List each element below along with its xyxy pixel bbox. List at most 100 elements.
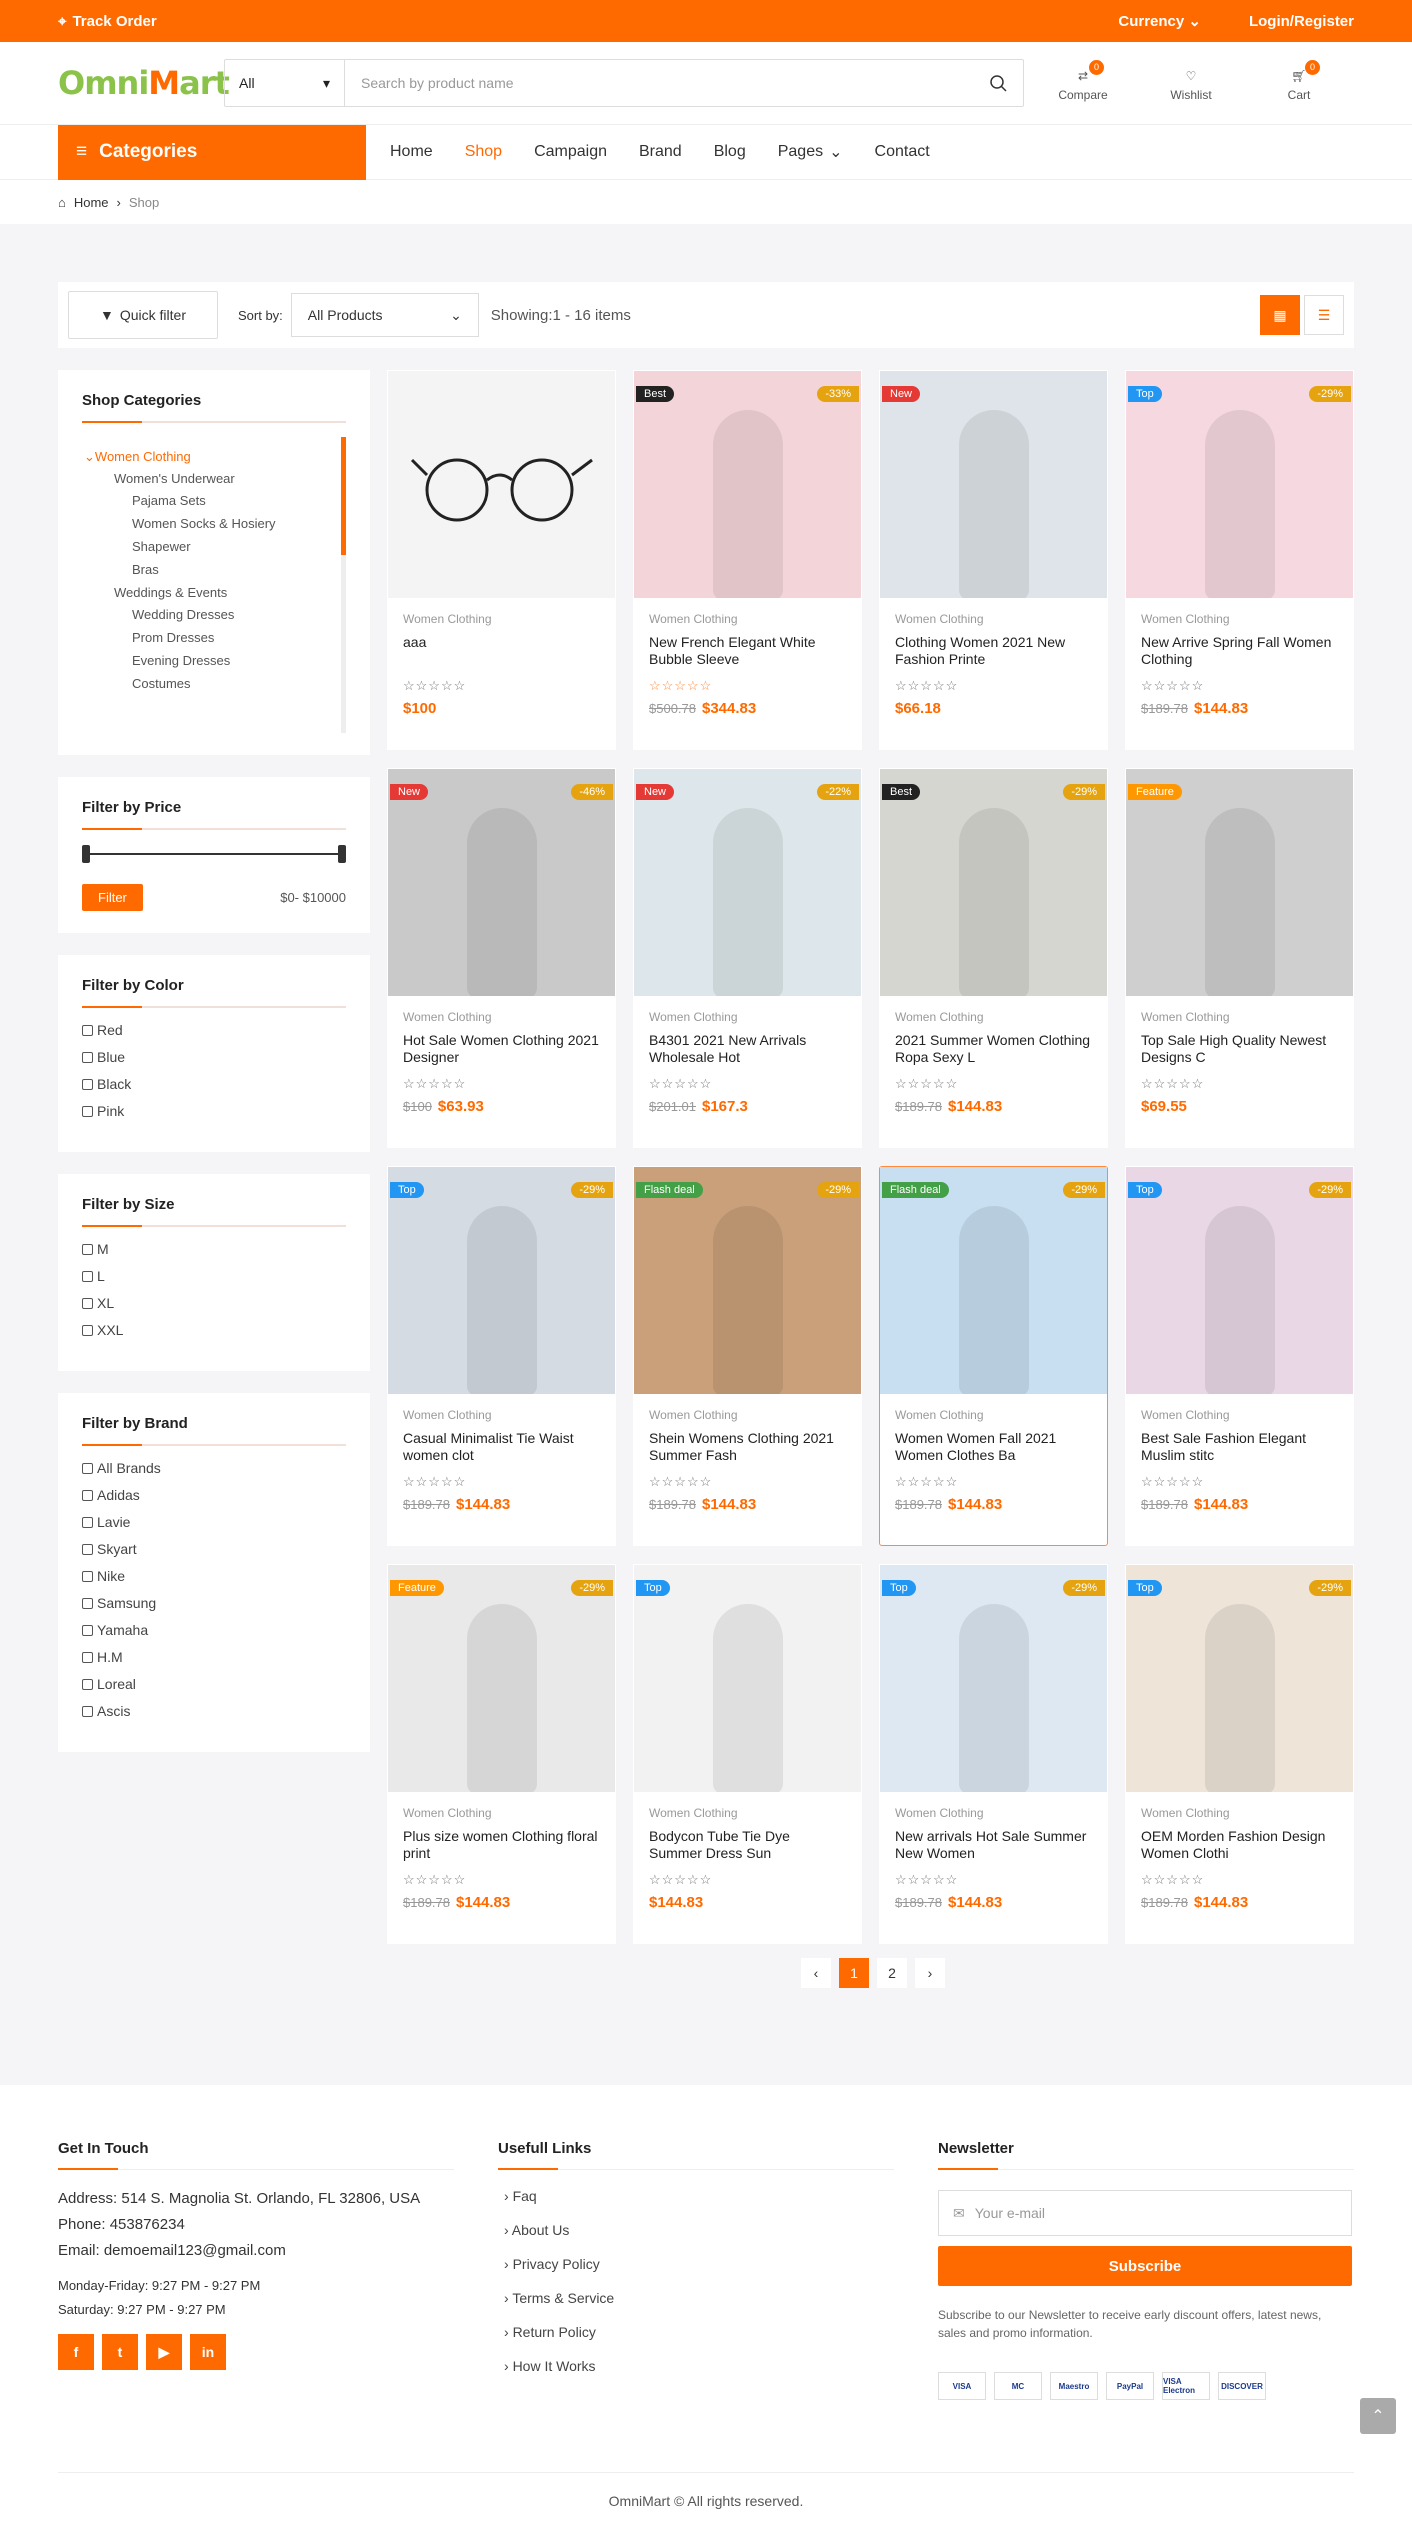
brand-checkbox[interactable]: All Brands <box>82 1460 346 1476</box>
breadcrumb-home[interactable]: Home <box>74 195 109 210</box>
currency-dropdown[interactable]: Currency ⌄ <box>1118 12 1201 30</box>
nav-item-blog[interactable]: Blog <box>698 142 762 162</box>
twitter-icon[interactable]: t <box>102 2334 138 2370</box>
product-name[interactable]: New arrivals Hot Sale Summer New Women <box>895 1828 1092 1862</box>
category-item[interactable]: Women Socks & Hosiery <box>132 516 346 531</box>
scroll-to-top-button[interactable]: ⌃ <box>1360 2398 1396 2434</box>
product-card[interactable]: Top Women Clothing Bodycon Tube Tie Dye Su… <box>633 1564 862 1944</box>
product-card[interactable]: Women Clothing aaa ☆☆☆☆☆ $100 <box>387 370 616 750</box>
product-card[interactable]: Flash deal -29% Women Clothing Shein Womens… <box>633 1166 862 1546</box>
footer-link[interactable]: › Faq <box>504 2188 894 2204</box>
subscribe-button[interactable]: Subscribe <box>938 2246 1352 2286</box>
color-checkbox[interactable]: Black <box>82 1076 346 1092</box>
product-image[interactable]: Top -29% <box>1126 1167 1353 1394</box>
facebook-icon[interactable]: f <box>58 2334 94 2370</box>
product-name[interactable]: Casual Minimalist Tie Waist women clot <box>403 1430 600 1464</box>
price-max-handle[interactable] <box>338 845 346 863</box>
product-card[interactable]: Flash deal -29% Women Clothing Women Women … <box>879 1166 1108 1546</box>
track-order-link[interactable]: ⌖ Track Order <box>58 13 157 30</box>
product-name[interactable]: aaa <box>403 634 600 668</box>
nav-item-contact[interactable]: Contact <box>859 142 946 162</box>
price-slider[interactable] <box>82 844 346 864</box>
price-filter-button[interactable]: Filter <box>82 884 143 911</box>
compare-button[interactable]: ⇄ 0 Compare <box>1058 60 1108 102</box>
sort-select[interactable]: All Products ⌄ <box>290 293 479 337</box>
category-scrollbar[interactable] <box>341 437 346 733</box>
product-category[interactable]: Women Clothing <box>403 612 600 626</box>
product-image[interactable]: Feature <box>1126 769 1353 996</box>
category-item[interactable]: Prom Dresses <box>132 630 346 645</box>
price-min-handle[interactable] <box>82 845 90 863</box>
product-category[interactable]: Women Clothing <box>895 1806 1092 1820</box>
brand-checkbox[interactable]: Loreal <box>82 1676 346 1692</box>
product-card[interactable]: Top -29% Women Clothing Casual Minimalist T… <box>387 1166 616 1546</box>
logo[interactable]: OmniMart <box>58 64 230 102</box>
product-card[interactable]: New -46% Women Clothing Hot Sale Women Clot… <box>387 768 616 1148</box>
brand-checkbox[interactable]: Samsung <box>82 1595 346 1611</box>
page-1-button[interactable]: 1 <box>839 1958 869 1988</box>
product-name[interactable]: New French Elegant White Bubble Sleeve <box>649 634 846 668</box>
grid-view-button[interactable]: ▦ <box>1260 295 1300 335</box>
category-item[interactable]: Women's Underwear <box>114 471 346 486</box>
footer-link[interactable]: › Return Policy <box>504 2324 894 2340</box>
product-image[interactable]: Feature -29% <box>388 1565 615 1792</box>
nav-item-home[interactable]: Home <box>374 142 449 162</box>
product-category[interactable]: Women Clothing <box>649 612 846 626</box>
product-card[interactable]: Top -29% Women Clothing New arrivals Hot Sa… <box>879 1564 1108 1944</box>
color-checkbox[interactable]: Pink <box>82 1103 346 1119</box>
category-item[interactable]: ⌄Women Clothing <box>84 449 346 465</box>
product-name[interactable]: Plus size women Clothing floral print <box>403 1828 600 1862</box>
product-card[interactable]: New Women Clothing Clothing Women 2021 New… <box>879 370 1108 750</box>
product-card[interactable]: Top -29% Women Clothing Best Sale Fashion E… <box>1125 1166 1354 1546</box>
nav-item-shop[interactable]: Shop <box>449 142 518 162</box>
product-name[interactable]: Clothing Women 2021 New Fashion Printe <box>895 634 1092 668</box>
brand-checkbox[interactable]: Lavie <box>82 1514 346 1530</box>
size-checkbox[interactable]: XXL <box>82 1322 346 1338</box>
product-category[interactable]: Women Clothing <box>649 1408 846 1422</box>
product-category[interactable]: Women Clothing <box>649 1010 846 1024</box>
product-category[interactable]: Women Clothing <box>1141 1408 1338 1422</box>
product-category[interactable]: Women Clothing <box>1141 1806 1338 1820</box>
product-name[interactable]: Top Sale High Quality Newest Designs C <box>1141 1032 1338 1066</box>
product-image[interactable]: Flash deal -29% <box>880 1167 1107 1394</box>
product-image[interactable] <box>388 371 615 598</box>
login-register-link[interactable]: Login/Register <box>1249 13 1354 30</box>
list-view-button[interactable]: ☰ <box>1304 295 1344 335</box>
size-checkbox[interactable]: M <box>82 1241 346 1257</box>
product-name[interactable]: Women Women Fall 2021 Women Clothes Ba <box>895 1430 1092 1464</box>
product-category[interactable]: Women Clothing <box>1141 1010 1338 1024</box>
product-image[interactable]: Flash deal -29% <box>634 1167 861 1394</box>
category-item[interactable]: Costumes <box>132 676 346 691</box>
product-category[interactable]: Women Clothing <box>1141 612 1338 626</box>
search-category-select[interactable]: All ▾ <box>225 60 345 106</box>
product-image[interactable]: Top -29% <box>388 1167 615 1394</box>
product-name[interactable]: 2021 Summer Women Clothing Ropa Sexy L <box>895 1032 1092 1066</box>
product-category[interactable]: Women Clothing <box>403 1010 600 1024</box>
linkedin-icon[interactable]: in <box>190 2334 226 2370</box>
category-item[interactable]: Pajama Sets <box>132 493 346 508</box>
category-item[interactable]: Evening Dresses <box>132 653 346 668</box>
color-checkbox[interactable]: Red <box>82 1022 346 1038</box>
product-name[interactable]: Bodycon Tube Tie Dye Summer Dress Sun <box>649 1828 846 1862</box>
product-image[interactable]: New -46% <box>388 769 615 996</box>
size-checkbox[interactable]: L <box>82 1268 346 1284</box>
category-item[interactable]: Wedding Dresses <box>132 607 346 622</box>
quick-filter-button[interactable]: ▼ Quick filter <box>68 291 218 339</box>
color-checkbox[interactable]: Blue <box>82 1049 346 1065</box>
product-name[interactable]: B4301 2021 New Arrivals Wholesale Hot <box>649 1032 846 1066</box>
page-2-button[interactable]: 2 <box>877 1958 907 1988</box>
brand-checkbox[interactable]: Yamaha <box>82 1622 346 1638</box>
product-image[interactable]: New <box>880 371 1107 598</box>
youtube-icon[interactable]: ▶ <box>146 2334 182 2370</box>
prev-page-button[interactable]: ‹ <box>801 1958 831 1988</box>
product-name[interactable]: Best Sale Fashion Elegant Muslim stitc <box>1141 1430 1338 1464</box>
product-image[interactable]: Best -33% <box>634 371 861 598</box>
product-category[interactable]: Women Clothing <box>895 1010 1092 1024</box>
product-image[interactable]: Top -29% <box>1126 1565 1353 1792</box>
product-card[interactable]: Feature Women Clothing Top Sale High Quali… <box>1125 768 1354 1148</box>
product-category[interactable]: Women Clothing <box>895 612 1092 626</box>
wishlist-button[interactable]: ♡ Wishlist <box>1166 64 1216 102</box>
category-item[interactable]: Shapewer <box>132 539 346 554</box>
search-input[interactable]: Search by product name <box>345 60 973 106</box>
product-image[interactable]: Top <box>634 1565 861 1792</box>
